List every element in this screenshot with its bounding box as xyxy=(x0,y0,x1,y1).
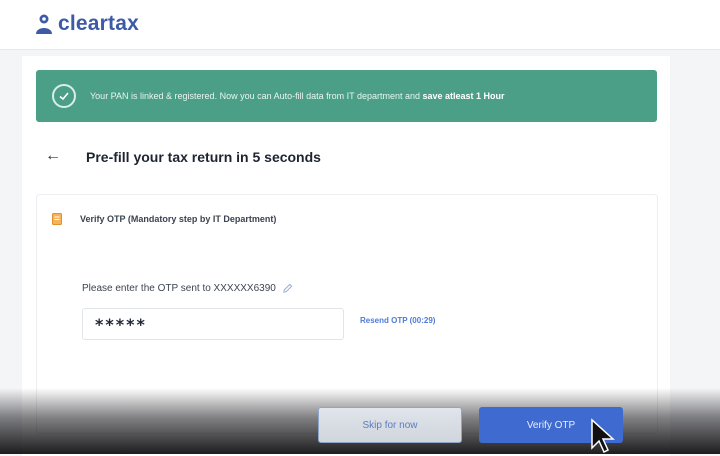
cleartax-logo-icon xyxy=(36,14,52,34)
mouse-cursor-icon xyxy=(591,418,615,454)
otp-input[interactable] xyxy=(82,308,344,340)
banner-message: Your PAN is linked & registered. Now you… xyxy=(90,91,423,101)
skip-button[interactable]: Skip for now xyxy=(318,407,462,443)
resend-otp-link[interactable]: Resend OTP (00:29) xyxy=(360,316,435,325)
document-icon xyxy=(52,213,62,225)
arrow-left-icon[interactable]: ← xyxy=(45,147,61,165)
banner-text: Your PAN is linked & registered. Now you… xyxy=(90,91,505,101)
pencil-icon[interactable] xyxy=(282,283,293,294)
check-circle-icon xyxy=(52,84,76,108)
cleartax-logo[interactable]: cleartax xyxy=(34,10,139,38)
banner-highlight: save atleast 1 Hour xyxy=(422,91,505,101)
step-title: Verify OTP (Mandatory step by IT Departm… xyxy=(80,214,277,224)
otp-label: Please enter the OTP sent to XXXXXX6390 xyxy=(82,283,276,294)
page-title: Pre-fill your tax return in 5 seconds xyxy=(86,149,321,165)
pan-linked-banner: Your PAN is linked & registered. Now you… xyxy=(36,70,657,122)
otp-label-row: Please enter the OTP sent to XXXXXX6390 xyxy=(82,283,293,294)
top-bar: cleartax xyxy=(0,0,720,50)
brand-name: cleartax xyxy=(58,12,139,35)
